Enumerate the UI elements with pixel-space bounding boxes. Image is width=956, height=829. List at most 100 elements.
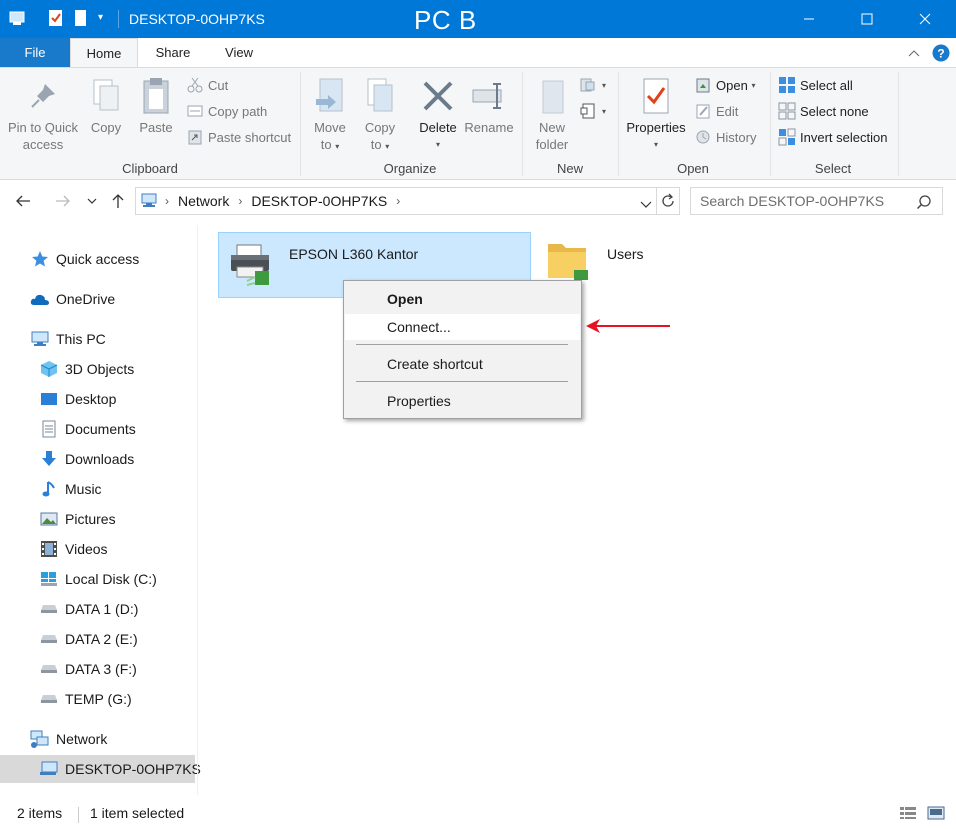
breadcrumb-chevron-icon[interactable]: › bbox=[396, 194, 400, 208]
help-button[interactable]: ? bbox=[932, 38, 950, 67]
nav-label: DATA 3 (F:) bbox=[65, 661, 137, 677]
minimize-button[interactable] bbox=[780, 0, 838, 38]
history-button[interactable]: History bbox=[694, 126, 756, 148]
nav-item-desktop-host[interactable]: DESKTOP-0OHP7KS bbox=[0, 755, 201, 783]
paste-icon bbox=[143, 78, 169, 114]
nav-item-documents[interactable]: Documents bbox=[0, 415, 197, 443]
nav-label: DESKTOP-0OHP7KS bbox=[65, 761, 201, 777]
copy-path-button[interactable]: Copy path bbox=[186, 100, 267, 122]
delete-button[interactable]: Delete ▾ bbox=[416, 74, 460, 153]
address-dropdown-button[interactable] bbox=[640, 196, 652, 212]
invert-selection-button[interactable]: Invert selection bbox=[778, 126, 887, 148]
customize-quick-access-icon[interactable]: ▾ bbox=[98, 12, 103, 23]
nav-item-music[interactable]: Music bbox=[0, 475, 197, 503]
ribbon-separator bbox=[898, 72, 899, 176]
chevron-up-icon bbox=[908, 49, 920, 56]
select-all-icon bbox=[779, 77, 795, 93]
ribbon-separator bbox=[522, 72, 523, 176]
forward-button[interactable] bbox=[52, 191, 74, 211]
pin-label-line1: Pin to Quick bbox=[7, 120, 79, 135]
collapse-ribbon-button[interactable] bbox=[908, 38, 920, 67]
nav-item-3d-objects[interactable]: 3D Objects bbox=[0, 355, 197, 383]
breadcrumb-chevron-icon[interactable]: › bbox=[238, 194, 242, 208]
close-button[interactable] bbox=[896, 0, 954, 38]
delete-icon bbox=[423, 81, 453, 111]
refresh-button[interactable] bbox=[656, 187, 680, 215]
paste-shortcut-label: Paste shortcut bbox=[208, 129, 292, 145]
search-input[interactable]: Search DESKTOP-0OHP7KS bbox=[690, 187, 943, 215]
copy-button[interactable]: Copy bbox=[86, 74, 126, 136]
breadcrumb-chevron-icon[interactable]: › bbox=[165, 194, 169, 208]
tab-view[interactable]: View bbox=[214, 38, 264, 67]
large-icons-view-button[interactable] bbox=[926, 805, 946, 821]
nav-item-this-pc[interactable]: This PC bbox=[0, 325, 197, 353]
windows-drive-icon bbox=[39, 569, 59, 589]
cut-button[interactable]: Cut bbox=[186, 74, 228, 96]
tab-home[interactable]: Home bbox=[70, 38, 138, 68]
nav-item-temp[interactable]: TEMP (G:) bbox=[0, 685, 197, 713]
invert-selection-label: Invert selection bbox=[800, 129, 888, 145]
recent-locations-button[interactable] bbox=[84, 191, 100, 211]
properties-button[interactable]: Properties ▾ bbox=[624, 74, 688, 153]
select-group-label: Select bbox=[814, 161, 852, 176]
back-button[interactable] bbox=[12, 191, 34, 211]
nav-label: Local Disk (C:) bbox=[65, 571, 157, 587]
maximize-button[interactable] bbox=[838, 0, 896, 38]
select-none-button[interactable]: Select none bbox=[778, 100, 869, 122]
context-menu-connect[interactable]: Connect... bbox=[345, 314, 580, 340]
nav-item-local-disk[interactable]: Local Disk (C:) bbox=[0, 565, 197, 593]
search-icon[interactable] bbox=[916, 194, 932, 213]
tab-file[interactable]: File bbox=[0, 38, 70, 67]
nav-item-data3[interactable]: DATA 3 (F:) bbox=[0, 655, 197, 683]
new-folder-quick-icon[interactable] bbox=[74, 9, 88, 30]
invert-selection-icon bbox=[778, 128, 796, 146]
move-to-button[interactable]: Move to ▾ bbox=[310, 74, 350, 155]
paste-shortcut-button[interactable]: Paste shortcut bbox=[186, 126, 291, 148]
nav-item-desktop[interactable]: Desktop bbox=[0, 385, 197, 413]
nav-label: Desktop bbox=[65, 391, 117, 407]
nav-item-onedrive[interactable]: OneDrive bbox=[0, 285, 197, 313]
easy-access-button[interactable]: ▾ bbox=[580, 100, 606, 122]
nav-item-network[interactable]: Network bbox=[0, 725, 197, 753]
copy-to-button[interactable]: Copy to ▾ bbox=[360, 74, 400, 155]
maximize-icon bbox=[861, 13, 873, 25]
tab-share[interactable]: Share bbox=[146, 38, 200, 67]
context-menu-properties[interactable]: Properties bbox=[345, 388, 580, 414]
select-none-icon bbox=[778, 102, 796, 120]
breadcrumb-network[interactable]: Network bbox=[178, 193, 229, 209]
nav-label: Downloads bbox=[65, 451, 135, 467]
nav-item-quick-access[interactable]: Quick access bbox=[0, 245, 197, 273]
context-menu-open[interactable]: Open bbox=[345, 286, 580, 312]
edit-button[interactable]: Edit bbox=[694, 100, 738, 122]
properties-quick-icon[interactable] bbox=[48, 9, 64, 30]
pin-to-quick-access-button[interactable]: Pin to Quick access bbox=[6, 74, 80, 153]
select-all-button[interactable]: Select all bbox=[778, 74, 853, 96]
up-button[interactable] bbox=[108, 191, 128, 211]
arrow-left-icon bbox=[16, 195, 30, 207]
pin-icon bbox=[31, 84, 55, 108]
edit-label: Edit bbox=[716, 103, 739, 119]
context-menu-separator bbox=[356, 344, 568, 345]
rename-button[interactable]: Rename bbox=[464, 74, 514, 136]
breadcrumb-desktop[interactable]: DESKTOP-0OHP7KS bbox=[251, 193, 387, 209]
new-item-button[interactable]: ▾ bbox=[580, 74, 606, 96]
open-button[interactable]: Open ▾ bbox=[694, 74, 755, 96]
address-bar[interactable]: › Network › DESKTOP-0OHP7KS › bbox=[135, 187, 657, 215]
file-explorer-icon[interactable] bbox=[8, 9, 28, 30]
rename-icon bbox=[472, 83, 502, 109]
paste-button[interactable]: Paste bbox=[134, 74, 178, 136]
ribbon-separator bbox=[770, 72, 771, 176]
nav-item-pictures[interactable]: Pictures bbox=[0, 505, 197, 533]
nav-item-downloads[interactable]: Downloads bbox=[0, 445, 197, 473]
properties-label: Properties bbox=[626, 120, 686, 135]
details-view-button[interactable] bbox=[898, 805, 918, 821]
drive-icon bbox=[39, 629, 59, 649]
new-folder-button[interactable]: New folder bbox=[530, 74, 574, 153]
copy-to-icon bbox=[367, 78, 393, 112]
nav-item-data1[interactable]: DATA 1 (D:) bbox=[0, 595, 197, 623]
nav-item-videos[interactable]: Videos bbox=[0, 535, 197, 563]
context-menu-create-shortcut[interactable]: Create shortcut bbox=[345, 351, 580, 377]
context-menu-separator bbox=[356, 381, 568, 382]
network-location-icon bbox=[140, 192, 160, 211]
nav-item-data2[interactable]: DATA 2 (E:) bbox=[0, 625, 197, 653]
